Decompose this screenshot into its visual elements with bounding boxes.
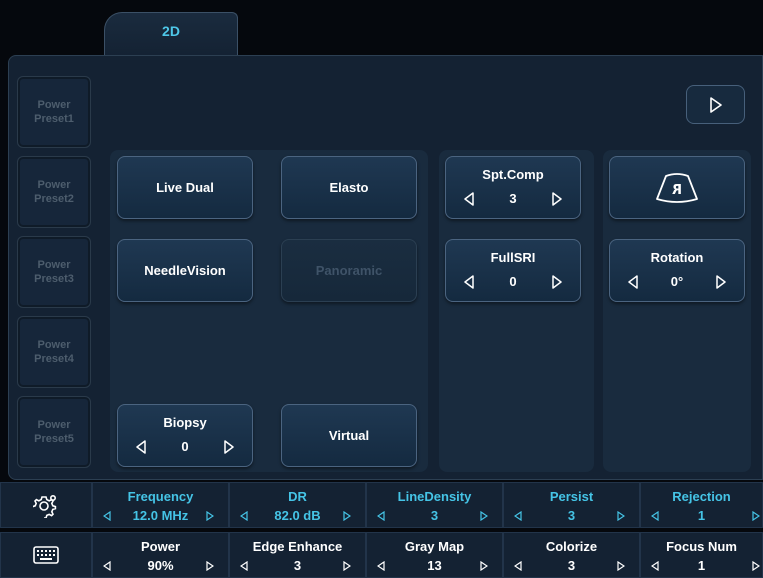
rejection-value: 1 <box>697 508 706 523</box>
preset-label: Power <box>37 99 71 111</box>
parameter-bar: Frequency 12.0 MHz DR 82.0 dB LineDensit… <box>0 482 763 578</box>
power-preset-2-button[interactable]: Power Preset2 <box>17 156 91 228</box>
increase-arrow-icon[interactable] <box>480 561 488 571</box>
play-triangle-icon <box>709 96 722 113</box>
line-density-label: LineDensity <box>397 489 472 504</box>
elasto-button[interactable]: Elasto <box>281 156 417 219</box>
increase-arrow-icon[interactable] <box>343 561 351 571</box>
gear-settings-icon <box>33 494 57 518</box>
focus-num-control[interactable]: Focus Num 1 <box>640 532 763 578</box>
full-sri-label: FullSRI <box>490 250 536 265</box>
virtual-label: Virtual <box>328 428 370 443</box>
colorize-control[interactable]: Colorize 3 <box>503 532 640 578</box>
increase-arrow-icon[interactable] <box>714 275 728 289</box>
increase-arrow-icon[interactable] <box>550 192 564 206</box>
preset-label: Preset2 <box>34 193 74 205</box>
gray-map-control[interactable]: Gray Map 13 <box>366 532 503 578</box>
panoramic-label: Panoramic <box>315 263 383 278</box>
power-label: Power <box>140 539 180 554</box>
increase-arrow-icon[interactable] <box>206 511 214 521</box>
next-page-button[interactable] <box>686 85 745 124</box>
keyboard-icon <box>33 546 59 564</box>
needle-vision-label: NeedleVision <box>144 263 226 278</box>
increase-arrow-icon[interactable] <box>480 511 488 521</box>
gray-map-label: Gray Map <box>404 539 465 554</box>
rejection-control[interactable]: Rejection 1 <box>640 482 763 528</box>
focus-num-label: Focus Num <box>666 539 737 554</box>
svg-text:R: R <box>672 183 682 198</box>
rotation-label: Rotation <box>650 250 704 265</box>
colorize-label: Colorize <box>545 539 598 554</box>
live-dual-label: Live Dual <box>156 180 214 195</box>
line-density-control[interactable]: LineDensity 3 <box>366 482 503 528</box>
virtual-button[interactable]: Virtual <box>281 404 417 467</box>
biopsy-control[interactable]: Biopsy 0 <box>117 404 253 467</box>
edge-enhance-label: Edge Enhance <box>252 539 343 554</box>
power-control[interactable]: Power 90% <box>92 532 229 578</box>
power-preset-1-button[interactable]: Power Preset1 <box>17 76 91 148</box>
frequency-label: Frequency <box>127 489 194 504</box>
increase-arrow-icon[interactable] <box>343 511 351 521</box>
increase-arrow-icon[interactable] <box>222 440 236 454</box>
flip-probe-icon: R <box>656 172 698 203</box>
power-preset-4-button[interactable]: Power Preset4 <box>17 316 91 388</box>
keyboard-button[interactable] <box>0 532 92 578</box>
preset-label: Preset5 <box>34 433 74 445</box>
preset-label: Preset3 <box>34 273 74 285</box>
increase-arrow-icon[interactable] <box>752 511 760 521</box>
full-sri-control[interactable]: FullSRI 0 <box>445 239 581 302</box>
tab-2d[interactable]: 2D <box>104 12 238 56</box>
increase-arrow-icon[interactable] <box>617 511 625 521</box>
focus-num-value: 1 <box>697 558 706 573</box>
needle-vision-button[interactable]: NeedleVision <box>117 239 253 302</box>
spt-comp-label: Spt.Comp <box>482 167 544 182</box>
panoramic-button[interactable]: Panoramic <box>281 239 417 302</box>
live-dual-button[interactable]: Live Dual <box>117 156 253 219</box>
dr-control[interactable]: DR 82.0 dB <box>229 482 366 528</box>
preset-label: Power <box>37 179 71 191</box>
elasto-label: Elasto <box>329 180 369 195</box>
power-preset-3-button[interactable]: Power Preset3 <box>17 236 91 308</box>
persist-control[interactable]: Persist 3 <box>503 482 640 528</box>
frequency-control[interactable]: Frequency 12.0 MHz <box>92 482 229 528</box>
preset-label: Power <box>37 339 71 351</box>
tab-bar: 2D <box>0 0 763 56</box>
rejection-label: Rejection <box>672 489 731 504</box>
dr-label: DR <box>288 489 307 504</box>
rotation-control[interactable]: Rotation 0° <box>609 239 745 302</box>
edge-enhance-control[interactable]: Edge Enhance 3 <box>229 532 366 578</box>
preset-label: Preset4 <box>34 353 74 365</box>
settings-button[interactable] <box>0 482 92 528</box>
increase-arrow-icon[interactable] <box>617 561 625 571</box>
persist-label: Persist <box>549 489 594 504</box>
biopsy-label: Biopsy <box>163 415 207 430</box>
increase-arrow-icon[interactable] <box>206 561 214 571</box>
preset-label: Power <box>37 259 71 271</box>
increase-arrow-icon[interactable] <box>752 561 760 571</box>
power-preset-5-button[interactable]: Power Preset5 <box>17 396 91 468</box>
increase-arrow-icon[interactable] <box>550 275 564 289</box>
preset-label: Power <box>37 419 71 431</box>
preset-label: Preset1 <box>34 113 74 125</box>
spt-comp-control[interactable]: Spt.Comp 3 <box>445 156 581 219</box>
flip-image-button[interactable]: R <box>609 156 745 219</box>
